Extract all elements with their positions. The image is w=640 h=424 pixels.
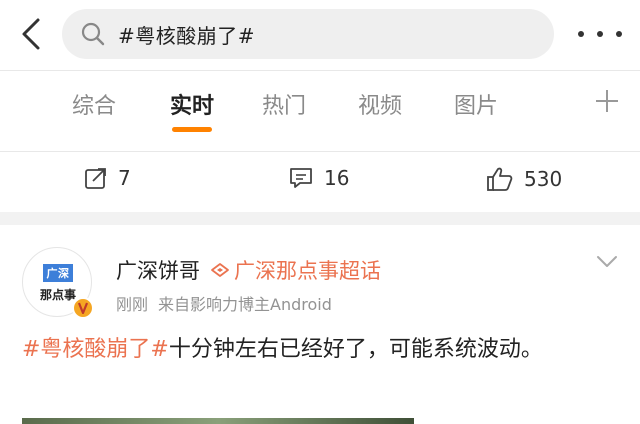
comment-count: 16 — [324, 166, 350, 190]
search-icon — [81, 22, 105, 46]
hashtag-link[interactable]: #粤核酸崩了# — [22, 337, 169, 362]
repost-icon — [85, 168, 106, 189]
more-dot-icon — [578, 31, 584, 37]
verified-badge-icon — [72, 297, 94, 319]
back-button[interactable] — [14, 14, 48, 54]
tab-comprehensive[interactable]: 综合 — [72, 88, 116, 120]
post-image[interactable] — [22, 418, 414, 424]
tab-video[interactable]: 视频 — [358, 88, 402, 120]
more-dot-icon — [597, 31, 603, 37]
top-bar: #粤核酸崩了# — [0, 0, 640, 70]
post-text: #粤核酸崩了#十分钟左右已经好了，可能系统波动。 — [22, 333, 622, 367]
comment-icon — [290, 168, 312, 188]
search-query: #粤核酸崩了# — [118, 23, 256, 48]
supertopic-link[interactable]: 广深那点事超话 — [234, 255, 381, 285]
section-separator — [0, 212, 640, 225]
repost-button[interactable]: 7 — [84, 166, 131, 190]
avatar-logo-text: 广深 — [43, 264, 73, 282]
author-row: 广深饼哥 广深那点事超话 — [116, 255, 381, 285]
author-name[interactable]: 广深饼哥 — [116, 255, 200, 285]
tab-realtime[interactable]: 实时 — [170, 88, 214, 120]
more-dot-icon — [616, 31, 622, 37]
tab-hot[interactable]: 热门 — [262, 88, 306, 120]
post-content: 十分钟左右已经好了，可能系统波动。 — [168, 337, 543, 362]
like-count: 530 — [524, 167, 563, 191]
post-meta: 刚刚 来自影响力博主Android — [116, 291, 342, 315]
supertopic-diamond-icon — [211, 263, 229, 277]
tab-bar: 综合 实时 热门 视频 图片 — [0, 70, 640, 136]
weibo-post: 广深 那点事 广深饼哥 广深那点事超话 刚刚 来自影响力博主Android #粤核… — [0, 225, 640, 424]
like-button[interactable]: 530 — [486, 166, 562, 192]
add-tab-icon[interactable] — [594, 88, 620, 114]
post-source: 来自影响力博主Android — [158, 295, 332, 314]
chevron-left-icon — [22, 18, 40, 50]
active-tab-indicator — [172, 127, 212, 132]
thumbs-up-icon — [487, 167, 513, 191]
more-options-button[interactable] — [578, 20, 622, 48]
comment-button[interactable]: 16 — [288, 166, 349, 190]
search-input[interactable]: #粤核酸崩了# — [62, 9, 554, 59]
chevron-down-icon[interactable] — [596, 255, 618, 269]
post-action-bar: 7 16 530 — [0, 152, 640, 210]
tab-images[interactable]: 图片 — [454, 88, 498, 120]
post-time: 刚刚 — [116, 295, 149, 314]
repost-count: 7 — [118, 166, 131, 190]
